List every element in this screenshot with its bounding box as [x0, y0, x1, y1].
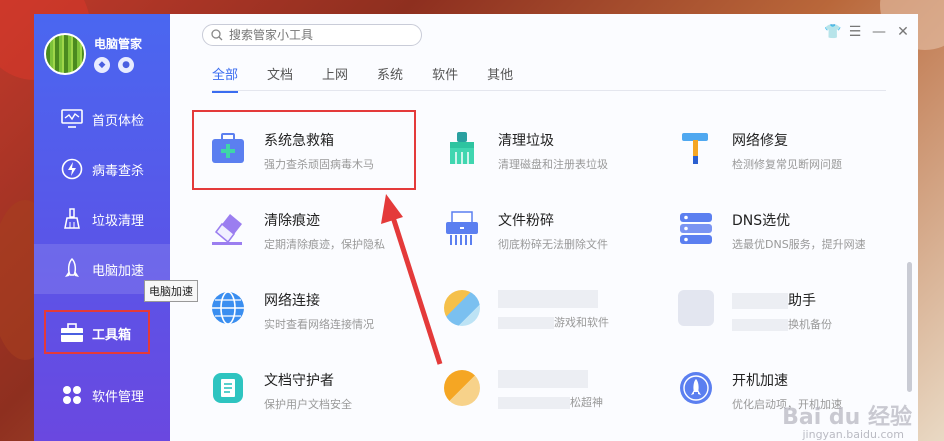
tool-desc-text: 游戏和软件: [554, 316, 609, 329]
tool-desc: 选最优DNS服务，提升网速: [732, 238, 866, 251]
tool-name: 清除痕迹: [264, 213, 320, 229]
sidebar-item-label: 首页体检: [92, 113, 145, 129]
main-panel: 👕 ☰ — ✕ 全部 文档 上网 系统 软件 其他 系统急救箱 强力查杀顽固病毒…: [170, 14, 918, 441]
sidebar-item-label: 电脑加速: [92, 263, 145, 279]
sidebar-item-software-manage[interactable]: 软件管理: [34, 370, 170, 420]
tool-name: [498, 370, 588, 388]
menu-icon[interactable]: ☰: [848, 24, 862, 40]
sidebar-item-virus-scan[interactable]: 病毒查杀: [34, 144, 170, 194]
blurred-icon: [444, 290, 480, 326]
tool-desc: 实时查看网络连接情况: [264, 318, 374, 331]
tool-name: 开机加速: [732, 373, 788, 389]
rocket-circle-icon: [678, 370, 714, 406]
blurred-icon: [678, 290, 714, 326]
tool-desc: 保护用户文档安全: [264, 398, 352, 411]
tool-desc: 检测修复常见断网问题: [732, 158, 842, 171]
rescue-highlight-annotation: [192, 110, 416, 190]
search-box[interactable]: [202, 24, 422, 46]
tool-name: 清理垃圾: [498, 133, 554, 149]
tool-name: DNS选优: [732, 213, 791, 229]
scrollbar[interactable]: [907, 262, 912, 392]
tab-divider: [212, 90, 886, 91]
eraser-icon: [210, 210, 246, 246]
sidebar-item-label: 软件管理: [92, 389, 145, 405]
search-input[interactable]: [229, 28, 399, 42]
apps-icon: [60, 383, 84, 407]
app-name: 电脑管家: [94, 37, 143, 51]
tool-name-text: 助手: [788, 293, 816, 309]
profile: 电脑管家 ◆ ●: [34, 14, 170, 82]
tool-network-repair[interactable]: 网络修复 检测修复常见断网问题: [678, 128, 888, 172]
tool-desc: 彻底粉碎无法删除文件: [498, 238, 608, 251]
sidebar-item-junk-clean[interactable]: 垃圾清理: [34, 194, 170, 244]
tool-network-connection[interactable]: 网络连接 实时查看网络连接情况: [210, 288, 420, 332]
tool-clear-traces[interactable]: 清除痕迹 定期清除痕迹，保护隐私: [210, 208, 420, 252]
tool-name: 网络修复: [732, 133, 788, 149]
tab-software[interactable]: 软件: [432, 64, 458, 93]
tool-desc: 换机备份: [732, 316, 862, 332]
avatar[interactable]: [44, 33, 86, 75]
tool-desc-text: 换机备份: [788, 318, 832, 331]
shredder-icon: [444, 210, 480, 246]
tooltip: 电脑加速: [144, 280, 198, 302]
hammer-icon: [678, 130, 714, 166]
tool-blurred-assistant[interactable]: 助手 换机备份: [678, 288, 888, 332]
category-tabs: 全部 文档 上网 系统 软件 其他: [212, 64, 542, 93]
brush-icon: [444, 130, 480, 166]
tool-blurred-boost[interactable]: 松超神: [444, 368, 654, 410]
skin-icon[interactable]: 👕: [824, 24, 841, 40]
tool-desc-text: 松超神: [570, 396, 603, 409]
tool-name: [498, 290, 598, 308]
tool-desc: 定期清除痕迹，保护隐私: [264, 238, 385, 251]
close-icon[interactable]: ✕: [896, 24, 910, 40]
shield-badge-icon[interactable]: ◆: [94, 57, 110, 73]
tool-dns-optimize[interactable]: DNS选优 选最优DNS服务，提升网速: [678, 208, 888, 252]
server-icon: [678, 210, 714, 246]
window-controls: 👕 ☰ — ✕: [824, 24, 910, 40]
tab-other[interactable]: 其他: [487, 64, 513, 93]
tool-file-shredder[interactable]: 文件粉碎 彻底粉碎无法删除文件: [444, 208, 654, 252]
tab-internet[interactable]: 上网: [322, 64, 348, 93]
tool-desc: 游戏和软件: [498, 314, 628, 330]
tool-document-guardian[interactable]: 文档守护者 保护用户文档安全: [210, 368, 420, 412]
sidebar-nav: 首页体检 病毒查杀 垃圾清理 电脑加速 工具箱 软件管理: [34, 94, 170, 420]
globe-icon: [210, 290, 246, 326]
search-icon: [211, 29, 223, 41]
monitor-icon: [60, 107, 84, 131]
tool-clean-junk[interactable]: 清理垃圾 清理磁盘和注册表垃圾: [444, 128, 654, 172]
sidebar-item-home-check[interactable]: 首页体检: [34, 94, 170, 144]
sidebar-item-label: 垃圾清理: [92, 213, 145, 229]
bolt-icon: [60, 157, 84, 181]
tool-desc: 松超神: [498, 394, 628, 410]
rocket-icon: [60, 257, 84, 281]
sidebar: 电脑管家 ◆ ● 首页体检 病毒查杀 垃圾清理 电脑加速 工具箱 软件管理: [34, 14, 170, 441]
level-badge-icon[interactable]: ●: [118, 57, 134, 73]
tool-name: 文档守护者: [264, 373, 334, 389]
sidebar-item-label: 病毒查杀: [92, 163, 145, 179]
watermark-text: Bai du 经验: [782, 405, 912, 430]
tool-desc: 清理磁盘和注册表垃圾: [498, 158, 608, 171]
tool-name: 网络连接: [264, 293, 320, 309]
tool-blurred-game[interactable]: 游戏和软件: [444, 288, 654, 330]
tab-system[interactable]: 系统: [377, 64, 403, 93]
broom-icon: [60, 207, 84, 231]
main-window: 电脑管家 ◆ ● 首页体检 病毒查杀 垃圾清理 电脑加速 工具箱 软件管理 搜索…: [34, 14, 918, 441]
minimize-icon[interactable]: —: [872, 24, 886, 40]
tool-name: 文件粉碎: [498, 213, 554, 229]
blurred-icon: [444, 370, 480, 406]
toolbox-highlight-annotation: [44, 310, 150, 354]
tab-all[interactable]: 全部: [212, 64, 239, 93]
document-icon: [210, 370, 246, 406]
watermark-url: jingyan.baidu.com: [802, 428, 904, 441]
tool-name: 助手: [732, 290, 862, 310]
tab-documents[interactable]: 文档: [267, 64, 293, 93]
